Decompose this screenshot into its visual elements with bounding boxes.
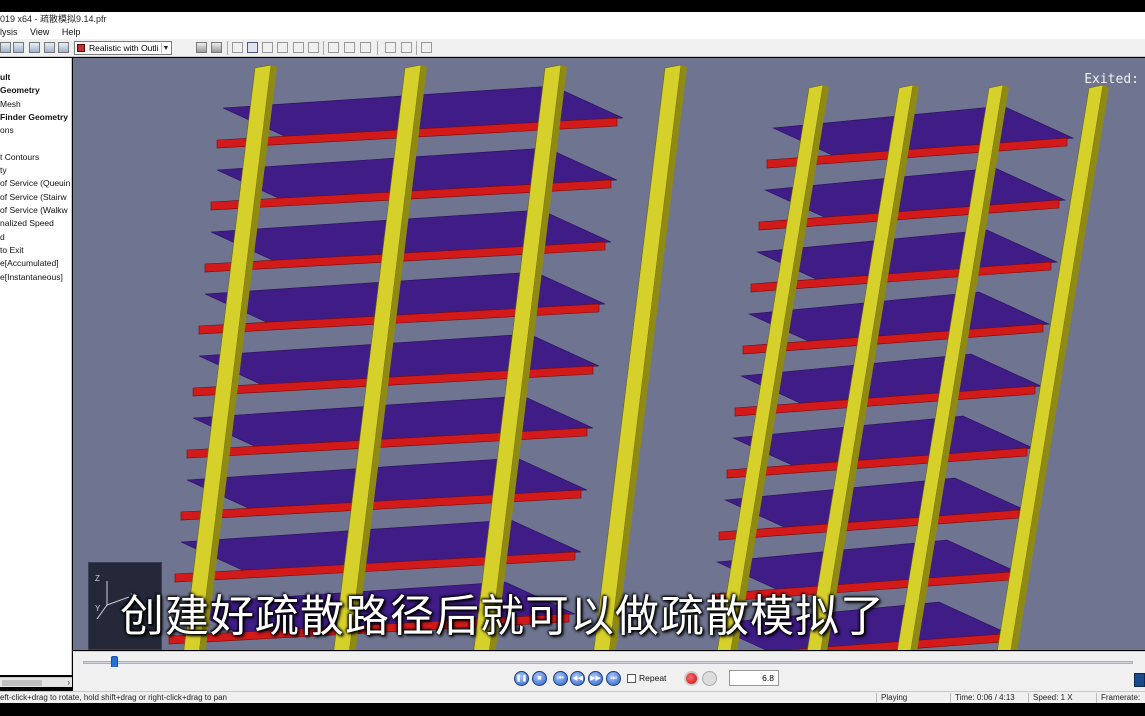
window-title-bar: 019 x64 - 疏散模拟9.14.pfr (0, 12, 1145, 26)
app-root: 019 x64 - 疏散模拟9.14.pfr lysis View Help R… (0, 0, 1145, 716)
layer-copy-icon[interactable] (44, 42, 55, 53)
status-speed: Speed: 1 X (1033, 693, 1073, 702)
tree-item[interactable]: of Service (Queuin (0, 178, 70, 189)
exited-counter: Exited: (1084, 72, 1139, 87)
tree-item[interactable]: to Exit (0, 245, 24, 256)
zoom-fit-icon[interactable] (308, 42, 319, 53)
tree-item[interactable]: nalized Speed (0, 218, 54, 229)
measure-icon[interactable] (328, 42, 339, 53)
snap-icon[interactable] (401, 42, 412, 53)
align-icon[interactable] (385, 42, 396, 53)
pause-button[interactable]: ❚❚ (514, 671, 529, 686)
toolbar: Realistic with Outli ▼ (0, 39, 1145, 57)
repeat-label: Repeat (639, 673, 667, 683)
tree-item[interactable]: ty (0, 165, 7, 176)
tree-item[interactable]: Geometry (0, 85, 40, 96)
view-mode-value: Realistic with Outli (89, 43, 159, 53)
menu-bar: lysis View Help (0, 26, 1145, 39)
comment-icon[interactable] (421, 42, 432, 53)
menu-help[interactable]: Help (62, 27, 81, 37)
status-framerate: Framerate: (1101, 693, 1141, 702)
tree-item[interactable]: e[Accumulated] (0, 258, 59, 269)
wireframe-icon[interactable] (211, 42, 222, 53)
bottom-black-band (0, 703, 1145, 716)
playback-controls: ❚❚ ■ ⏮ ◀◀ ▶▶ ⏭ Repeat 6.8 (73, 667, 1145, 691)
app-icon (1134, 673, 1145, 687)
menu-analysis[interactable]: lysis (0, 27, 18, 37)
status-divider (876, 693, 877, 703)
zoom-icon[interactable] (293, 42, 304, 53)
3d-viewport[interactable]: Exited: Z Y X (73, 58, 1145, 650)
window-title: 019 x64 - 疏散模拟9.14.pfr (0, 14, 107, 24)
layer-icon[interactable] (29, 42, 40, 53)
axis-y-label: Y (95, 604, 101, 613)
tree-item[interactable]: Mesh (0, 99, 21, 110)
render-mode-icon (77, 44, 85, 52)
tree-item[interactable]: d (0, 232, 5, 243)
scroll-right-icon[interactable]: › (67, 678, 70, 687)
toolbar-separator (323, 41, 324, 55)
status-state: Playing (881, 693, 908, 702)
record-button[interactable] (684, 671, 699, 686)
menu-view[interactable]: View (30, 27, 49, 37)
text-tool-icon[interactable] (344, 42, 355, 53)
tree-item[interactable]: Finder Geometry (0, 112, 68, 123)
status-time: Time: 0:06 / 4:13 (955, 693, 1015, 702)
results-tree: ult Geometry Mesh Finder Geometry ons t Conto… (0, 58, 72, 675)
layer-stack-icon[interactable] (58, 42, 69, 53)
building-model (168, 64, 1109, 650)
view-mode-select[interactable]: Realistic with Outli ▼ (74, 41, 172, 55)
grid-icon[interactable] (360, 42, 371, 53)
status-hint: eft-click+drag to rotate, hold shift+dra… (0, 693, 228, 702)
timeline-track[interactable] (83, 661, 1133, 664)
toolbar-separator (377, 41, 378, 55)
repeat-checkbox[interactable] (627, 674, 636, 683)
top-black-band (0, 0, 1145, 12)
tree-item[interactable]: of Service (Stairw (0, 192, 67, 203)
skip-end-button[interactable]: ⏭ (606, 671, 621, 686)
pan-icon[interactable] (277, 42, 288, 53)
tree-item[interactable]: ult (0, 72, 10, 83)
tree-item[interactable]: e[Instantaneous] (0, 272, 63, 283)
status-bar: eft-click+drag to rotate, hold shift+dra… (0, 691, 1145, 703)
axis-z-label: Z (95, 574, 100, 583)
rewind-button[interactable]: ◀◀ (570, 671, 585, 686)
tree-item[interactable]: t Contours (0, 152, 39, 163)
status-divider (1028, 693, 1029, 703)
toolbar-separator (416, 41, 417, 55)
fast-forward-button[interactable]: ▶▶ (588, 671, 603, 686)
playback-speed-input[interactable]: 6.8 (729, 670, 779, 686)
sidebar-scrollbar[interactable]: › (0, 677, 72, 687)
skip-start-button[interactable]: ⏮ (553, 671, 568, 686)
stop-record-button[interactable] (702, 671, 717, 686)
status-divider (950, 693, 951, 703)
status-divider (1096, 693, 1097, 703)
video-subtitle: 创建好疏散路径后就可以做疏散模拟了 (120, 591, 885, 642)
orbit-icon[interactable] (247, 42, 258, 53)
stop-button[interactable]: ■ (532, 671, 547, 686)
shading-icon[interactable] (196, 42, 207, 53)
walk-icon[interactable] (262, 42, 273, 53)
scrollbar-thumb[interactable] (2, 680, 42, 686)
chevron-down-icon: ▼ (161, 43, 170, 53)
column (593, 64, 682, 650)
select-cursor-icon[interactable] (232, 42, 243, 53)
open-icon[interactable] (0, 42, 11, 53)
tree-item[interactable]: of Service (Walkw (0, 205, 68, 216)
tree-item[interactable]: ons (0, 125, 14, 136)
save-icon[interactable] (13, 42, 24, 53)
toolbar-separator (227, 41, 228, 55)
